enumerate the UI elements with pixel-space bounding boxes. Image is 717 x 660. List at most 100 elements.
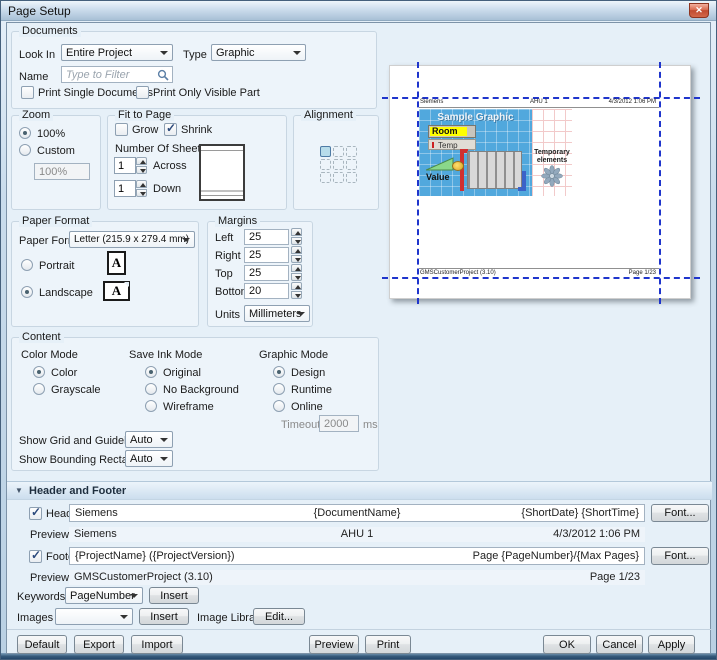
header-footer-section-header[interactable]: ▼ Header and Footer — [7, 481, 712, 500]
images-insert-button[interactable]: Insert — [139, 608, 189, 625]
alignment-group-label: Alignment — [301, 109, 356, 121]
alignment-cell-bottom-center[interactable] — [333, 172, 344, 183]
footer-font-button[interactable]: Font... — [651, 547, 709, 565]
header-checkbox[interactable]: ✓ — [29, 507, 42, 520]
print-button[interactable]: Print — [365, 635, 411, 654]
radio-dot-icon — [23, 131, 27, 135]
sheets-down-stepper[interactable] — [136, 180, 147, 197]
spin-up-icon[interactable] — [136, 180, 147, 188]
keywords-insert-button[interactable]: Insert — [149, 587, 199, 604]
landscape-icon: A — [103, 281, 130, 301]
grow-label: Grow — [132, 124, 158, 136]
search-icon[interactable] — [157, 69, 169, 81]
temp-box: Temp — [428, 139, 476, 150]
paper-form-select[interactable]: Letter (215.9 x 279.4 mm) — [69, 231, 195, 248]
collapse-triangle-icon[interactable]: ▼ — [15, 486, 23, 495]
spin-up-icon[interactable] — [136, 157, 147, 165]
value-label: Value — [426, 172, 450, 182]
close-button[interactable]: ✕ — [689, 3, 709, 18]
title-bar[interactable]: Page Setup ✕ — [1, 1, 716, 21]
spin-down-icon[interactable] — [291, 237, 302, 245]
color-radio[interactable] — [33, 366, 45, 378]
apply-button[interactable]: Apply — [648, 635, 695, 654]
alignment-cell-top-center[interactable] — [333, 146, 344, 157]
print-only-visible-label: Print Only Visible Part — [153, 87, 260, 99]
keywords-select[interactable]: PageNumber — [65, 587, 143, 604]
margin-top-input[interactable]: 25 — [244, 265, 289, 281]
type-select[interactable]: Graphic — [211, 44, 306, 61]
header-field-left: Siemens — [75, 507, 118, 519]
preview-button[interactable]: Preview — [309, 635, 359, 654]
zoom-100-radio[interactable] — [19, 127, 31, 139]
margin-left-stepper[interactable] — [291, 228, 302, 245]
sheets-across-input[interactable]: 1 — [114, 157, 136, 174]
spin-down-icon[interactable] — [291, 255, 302, 263]
alignment-cell-middle-left[interactable] — [320, 159, 331, 170]
close-icon: ✕ — [695, 5, 703, 15]
footer-checkbox[interactable]: ✓ — [29, 550, 42, 563]
print-preview-page[interactable]: Siemens AHU 1 4/3/2012 1:06 PM Sample Gr… — [389, 65, 691, 299]
margin-right-input[interactable]: 25 — [244, 247, 289, 263]
alignment-cell-middle-center[interactable] — [333, 159, 344, 170]
temporary-elements-label: Temporary elements — [528, 149, 576, 165]
spin-down-icon[interactable] — [136, 189, 147, 197]
spin-up-icon[interactable] — [291, 246, 302, 254]
spin-down-icon[interactable] — [291, 273, 302, 281]
ok-button[interactable]: OK — [543, 635, 591, 654]
page-footer-rule — [419, 268, 659, 269]
show-grid-select[interactable]: Auto — [125, 431, 173, 448]
shrink-checkbox[interactable]: ✓ — [164, 123, 177, 136]
wireframe-radio[interactable] — [145, 400, 157, 412]
spin-up-icon[interactable] — [291, 228, 302, 236]
alignment-cell-top-right[interactable] — [346, 146, 357, 157]
alignment-cell-top-left[interactable] — [320, 146, 331, 157]
alignment-cell-middle-right[interactable] — [346, 159, 357, 170]
margin-top-stepper[interactable] — [291, 264, 302, 281]
margin-right-stepper[interactable] — [291, 246, 302, 263]
sheets-down-input[interactable]: 1 — [114, 180, 136, 197]
alignment-cell-bottom-right[interactable] — [346, 172, 357, 183]
footer-field[interactable]: {ProjectName} ({ProjectVersion}) Page {P… — [69, 547, 645, 565]
pipe-elbow-blue — [518, 187, 526, 191]
timeout-input[interactable]: 2000 — [319, 415, 359, 432]
header-field-right: {ShortDate} {ShortTime} — [521, 507, 639, 519]
online-radio[interactable] — [273, 400, 285, 412]
alignment-cell-bottom-left[interactable] — [320, 172, 331, 183]
runtime-radio[interactable] — [273, 383, 285, 395]
export-button[interactable]: Export — [74, 635, 124, 654]
page-header-left: Siemens — [420, 99, 443, 105]
bottom-margin-guide[interactable] — [382, 277, 700, 279]
look-in-select[interactable]: Entire Project — [61, 44, 173, 61]
grow-checkbox[interactable] — [115, 123, 128, 136]
images-select[interactable] — [55, 608, 133, 625]
header-field[interactable]: Siemens {DocumentName} {ShortDate} {Shor… — [69, 504, 645, 522]
zoom-custom-value-input[interactable]: 100% — [34, 163, 90, 180]
cancel-button[interactable]: Cancel — [596, 635, 643, 654]
original-radio[interactable] — [145, 366, 157, 378]
no-background-radio[interactable] — [145, 383, 157, 395]
landscape-radio[interactable] — [21, 286, 33, 298]
spin-down-icon[interactable] — [291, 291, 302, 299]
zoom-custom-radio[interactable] — [19, 144, 31, 156]
margin-bottom-input[interactable]: 20 — [244, 283, 289, 299]
grayscale-radio[interactable] — [33, 383, 45, 395]
margin-bottom-stepper[interactable] — [291, 282, 302, 299]
radio-dot-icon — [25, 290, 29, 294]
chevron-down-icon — [160, 438, 168, 442]
portrait-radio[interactable] — [21, 259, 33, 271]
image-library-edit-button[interactable]: Edit... — [253, 608, 305, 625]
units-select[interactable]: Millimeters — [244, 305, 310, 322]
documents-group-label: Documents — [19, 25, 81, 37]
spin-up-icon[interactable] — [291, 282, 302, 290]
default-button[interactable]: Default — [17, 635, 67, 654]
spin-down-icon[interactable] — [136, 166, 147, 174]
spin-up-icon[interactable] — [291, 264, 302, 272]
print-only-visible-checkbox[interactable] — [136, 86, 149, 99]
header-font-button[interactable]: Font... — [651, 504, 709, 522]
sheets-across-stepper[interactable] — [136, 157, 147, 174]
import-button[interactable]: Import — [131, 635, 183, 654]
show-bounding-select[interactable]: Auto — [125, 450, 173, 467]
design-radio[interactable] — [273, 366, 285, 378]
margin-left-input[interactable]: 25 — [244, 229, 289, 245]
print-single-documents-checkbox[interactable] — [21, 86, 34, 99]
